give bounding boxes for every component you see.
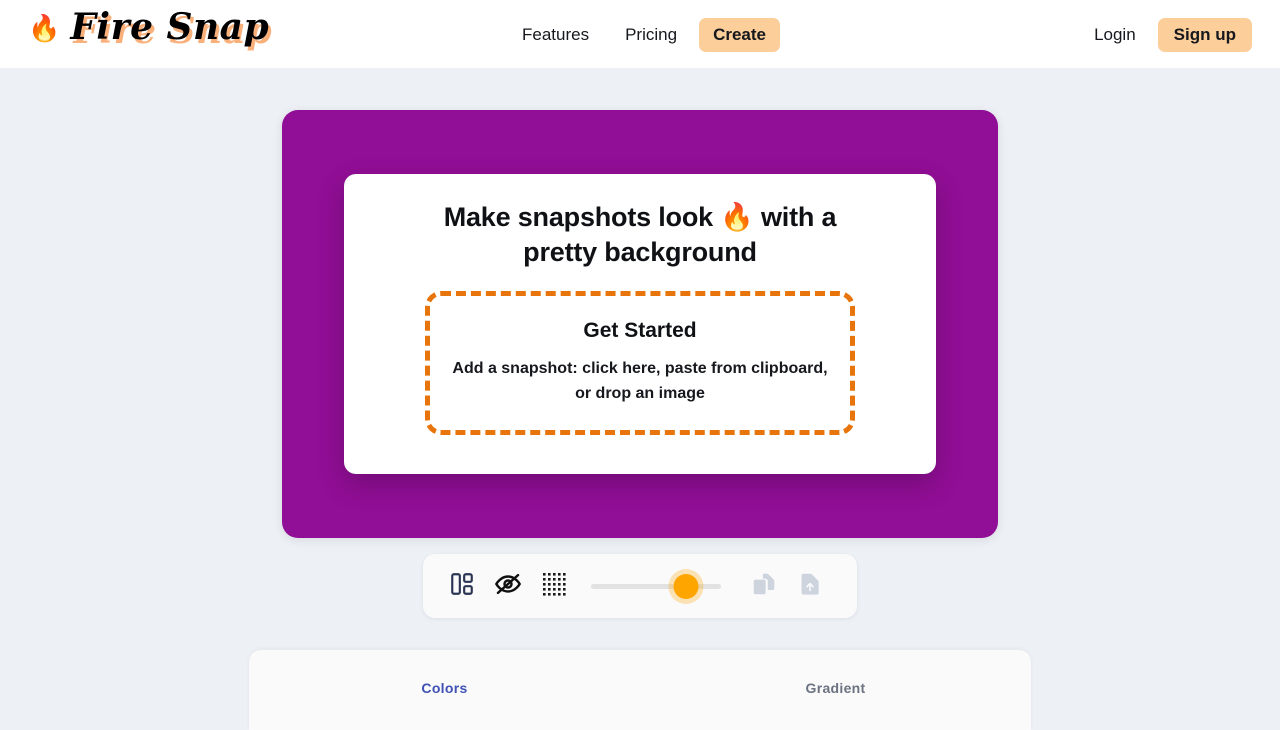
brand-logo[interactable]: 🔥 Fire Snap [28,6,270,48]
slider-thumb[interactable] [673,573,699,599]
dot-grid-icon [542,572,566,601]
layout-icon [449,571,475,602]
site-header: 🔥 Fire Snap Features Pricing Create Logi… [0,0,1280,68]
toggle-visibility-button[interactable] [485,563,531,609]
background-options-panel: Colors Gradient [249,650,1031,730]
snapshot-dropzone[interactable]: Get Started Add a snapshot: click here, … [425,291,855,436]
editor-canvas[interactable]: Make snapshots look 🔥 with a pretty back… [282,110,998,538]
dropzone-subtitle: Add a snapshot: click here, paste from c… [452,360,828,403]
login-link[interactable]: Login [1090,18,1140,52]
eye-off-icon [494,570,522,603]
export-button[interactable] [787,563,833,609]
headline: Make snapshots look 🔥 with a pretty back… [443,202,837,267]
snapshot-card: Make snapshots look 🔥 with a pretty back… [344,174,936,474]
tab-colors[interactable]: Colors [249,680,640,730]
copy-button[interactable] [741,563,787,609]
primary-nav: Features Pricing Create [508,18,780,52]
copy-icon [751,571,777,602]
nav-item-pricing[interactable]: Pricing [611,18,691,52]
brand-name: Fire Snap [70,6,270,48]
export-icon [797,571,823,602]
editor-toolbar [423,554,857,618]
slider-track [591,583,721,589]
pattern-button[interactable] [531,563,577,609]
account-nav: Login Sign up [1090,18,1252,52]
layout-button[interactable] [439,563,485,609]
nav-item-features[interactable]: Features [508,18,603,52]
tab-gradient[interactable]: Gradient [640,680,1031,730]
signup-button[interactable]: Sign up [1157,18,1252,52]
padding-slider[interactable] [591,571,721,601]
nav-item-create[interactable]: Create [699,18,780,52]
flame-icon: 🔥 [28,12,61,43]
dropzone-title: Get Started [583,319,697,343]
tab-bar: Colors Gradient [249,650,1031,730]
